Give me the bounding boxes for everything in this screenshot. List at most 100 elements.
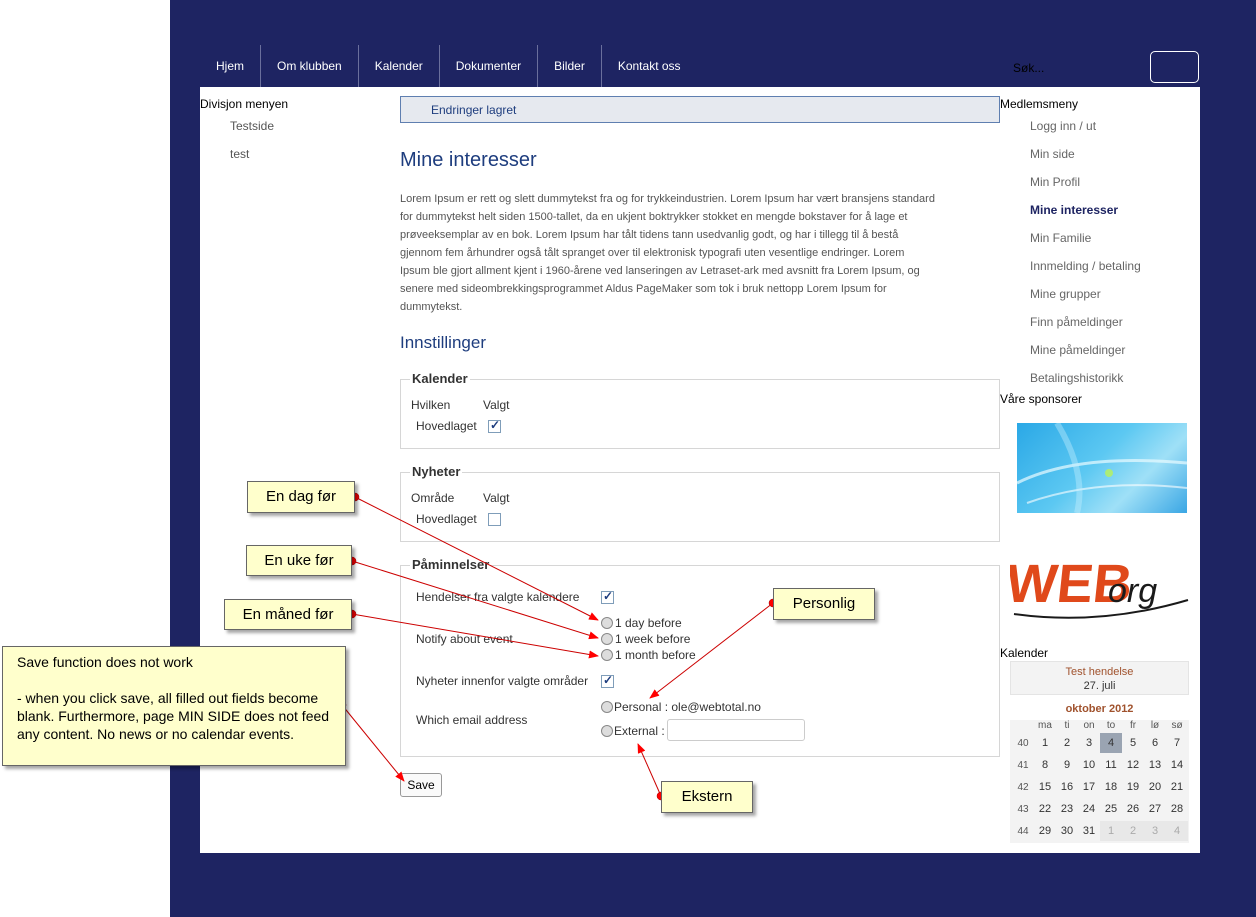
search-input[interactable]: [1013, 61, 1143, 75]
calendar-day[interactable]: 18: [1100, 777, 1122, 797]
member-link-login[interactable]: Logg inn / ut: [1030, 119, 1096, 133]
intro-line: for dummytekst helt siden 1500-tallet, d…: [400, 211, 908, 223]
calendar-day[interactable]: 22: [1034, 799, 1056, 819]
member-link-interesser[interactable]: Mine interesser: [1030, 203, 1118, 217]
calendar-week-number: 44: [1017, 826, 1029, 837]
news-hovedlaget-checkbox[interactable]: [488, 513, 501, 526]
member-link-pameldinger[interactable]: Mine påmeldinger: [1030, 343, 1125, 357]
weborg-logo: WEB org: [1003, 554, 1189, 619]
nav-item-om-klubben[interactable]: Om klubben: [261, 45, 359, 87]
calendar-day[interactable]: 7: [1166, 733, 1188, 753]
calendar-day[interactable]: 4: [1100, 733, 1122, 753]
calendar-day[interactable]: 15: [1034, 777, 1056, 797]
intro-line: Lorem Ipsum er rett og slett dummytekst …: [400, 193, 935, 205]
calendar-hovedlaget-checkbox[interactable]: [488, 418, 501, 433]
calendar-day[interactable]: 28: [1166, 799, 1188, 819]
calendar-weekday-header: on: [1083, 720, 1095, 731]
svg-text:org: org: [1108, 572, 1157, 610]
page-title: Mine interesser: [400, 149, 537, 171]
calendar-day[interactable]: 25: [1100, 799, 1122, 819]
calendar-event-title[interactable]: Test hendelse: [1011, 666, 1188, 678]
calendar-day[interactable]: 21: [1166, 777, 1188, 797]
calendar-day[interactable]: 1: [1100, 821, 1122, 841]
calendar-day[interactable]: 19: [1122, 777, 1144, 797]
nav-item-bilder[interactable]: Bilder: [538, 45, 602, 87]
note-ekstern: Ekstern: [661, 781, 753, 813]
calendar-day[interactable]: 2: [1056, 733, 1078, 753]
member-link-min-side[interactable]: Min side: [1030, 147, 1075, 161]
member-link-grupper[interactable]: Mine grupper: [1030, 287, 1101, 301]
calendar-weekday-header: sø: [1171, 720, 1183, 731]
news-fieldset: [400, 472, 1000, 542]
save-button[interactable]: Save: [400, 773, 442, 797]
note-personlig: Personlig: [773, 588, 875, 620]
search-button[interactable]: [1150, 51, 1199, 83]
calendar-day[interactable]: 8: [1034, 755, 1056, 775]
calendar-day[interactable]: 10: [1078, 755, 1100, 775]
sponsor-logo-weborg[interactable]: WEB org: [1003, 530, 1190, 630]
news-legend: Nyheter: [410, 464, 463, 479]
member-link-finn-pameldinger[interactable]: Finn påmeldinger: [1030, 315, 1123, 329]
email-personal-label: Personal : ole@webtotal.no: [614, 700, 761, 714]
email-label: Which email address: [416, 713, 528, 727]
events-checkbox[interactable]: [601, 589, 614, 604]
sponsors-title: Våre sponsorer: [1000, 392, 1083, 406]
calendar-week-number: 41: [1017, 760, 1029, 771]
settings-title: Innstillinger: [400, 333, 486, 352]
calendar-day[interactable]: 5: [1122, 733, 1144, 753]
calendar-day[interactable]: 16: [1056, 777, 1078, 797]
calendar-widget-title: Kalender: [1000, 646, 1049, 660]
intro-line: Ipsum ble gjort allment kjent i 1960-åre…: [400, 265, 920, 277]
division-link-test[interactable]: test: [230, 147, 249, 161]
calendar-weekday-header: ma: [1038, 720, 1052, 731]
external-email-input[interactable]: [667, 719, 805, 741]
calendar-day[interactable]: 9: [1056, 755, 1078, 775]
intro-line: senere med sideombrekkingsprogrammet Ald…: [400, 283, 887, 295]
intro-text: Lorem Ipsum er rett og slett dummytekst …: [400, 190, 1000, 316]
sponsor-image-1[interactable]: [1017, 423, 1187, 513]
nav-item-dokumenter[interactable]: Dokumenter: [440, 45, 539, 87]
division-link-testside[interactable]: Testside: [230, 119, 274, 133]
calendar-day[interactable]: 3: [1144, 821, 1166, 841]
calendar-day[interactable]: 1: [1034, 733, 1056, 753]
calendar-day[interactable]: 12: [1122, 755, 1144, 775]
member-link-profil[interactable]: Min Profil: [1030, 175, 1080, 189]
nav-item-kalender[interactable]: Kalender: [359, 45, 440, 87]
member-link-familie[interactable]: Min Familie: [1030, 231, 1091, 245]
calendar-day[interactable]: 26: [1122, 799, 1144, 819]
calendar-day[interactable]: 27: [1144, 799, 1166, 819]
member-link-innmelding[interactable]: Innmelding / betaling: [1030, 259, 1141, 273]
member-link-betalingshistorikk[interactable]: Betalingshistorikk: [1030, 371, 1123, 385]
news-areas-label: Nyheter innenfor valgte områder: [416, 674, 589, 688]
calendar-day[interactable]: 13: [1144, 755, 1166, 775]
calendar-day[interactable]: 6: [1144, 733, 1166, 753]
calendar-day[interactable]: 2: [1122, 821, 1144, 841]
member-menu-title: Medlemsmeny: [1000, 97, 1079, 111]
nav-item-hjem[interactable]: Hjem: [200, 45, 262, 87]
saved-notice-text: Endringer lagret: [431, 103, 517, 117]
reminder-week-radio[interactable]: [601, 633, 613, 645]
reminder-month-radio[interactable]: [601, 649, 613, 661]
calendar-day[interactable]: 30: [1056, 821, 1078, 841]
note-save-bug-body: - when you click save, all filled out fi…: [17, 690, 330, 742]
calendar-col-selected: Valgt: [483, 398, 510, 412]
note-en-maned-for: En måned før: [224, 599, 352, 630]
email-external-radio[interactable]: [601, 725, 613, 737]
events-label: Hendelser fra valgte kalendere: [416, 590, 580, 604]
reminder-day-radio[interactable]: [601, 617, 613, 629]
calendar-day[interactable]: 31: [1078, 821, 1100, 841]
calendar-day[interactable]: 20: [1144, 777, 1166, 797]
calendar-weekday-header: to: [1106, 720, 1116, 731]
calendar-day[interactable]: 3: [1078, 733, 1100, 753]
calendar-day[interactable]: 17: [1078, 777, 1100, 797]
calendar-day[interactable]: 11: [1100, 755, 1122, 775]
news-col-area: Område: [411, 491, 455, 505]
calendar-day[interactable]: 14: [1166, 755, 1188, 775]
email-personal-radio[interactable]: [601, 701, 613, 713]
calendar-day[interactable]: 29: [1034, 821, 1056, 841]
calendar-day[interactable]: 23: [1056, 799, 1078, 819]
nav-item-kontakt-oss[interactable]: Kontakt oss: [602, 45, 697, 87]
news-areas-checkbox[interactable]: [601, 673, 614, 688]
calendar-day[interactable]: 4: [1166, 821, 1188, 841]
calendar-day[interactable]: 24: [1078, 799, 1100, 819]
